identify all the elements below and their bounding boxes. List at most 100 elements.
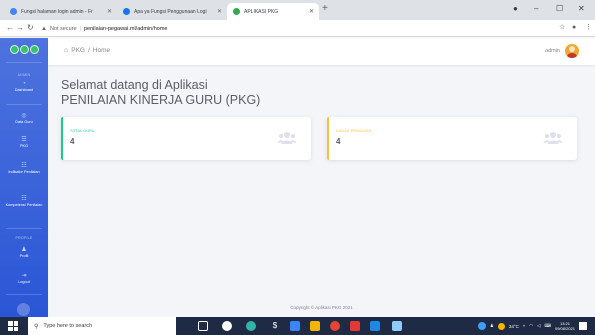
calendar-icon[interactable] — [370, 321, 380, 331]
wifi-icon[interactable]: ◠ — [529, 323, 533, 329]
sidebar-item-label: Profil — [19, 254, 29, 258]
close-icon[interactable]: ✕ — [309, 8, 314, 15]
browser-tab[interactable]: Fungsi halaman login admin - Fr ✕ — [4, 3, 117, 20]
card-accent — [327, 117, 329, 160]
user-icon: ♟ — [21, 247, 27, 253]
breadcrumb-separator: / — [87, 47, 90, 54]
edge-icon[interactable] — [246, 321, 256, 331]
tab-title: APLIKASI PKG — [244, 8, 279, 15]
sidebar-item-data-guru[interactable]: ◎ Data Guru — [0, 112, 48, 125]
profile-icon[interactable]: ● — [513, 4, 518, 14]
sidebar-item-pkg[interactable]: ☰ PKG — [0, 136, 48, 149]
windows-start-icon[interactable] — [8, 321, 18, 331]
url-field[interactable]: ▲ Not secure | penilaian-pegawai.ml/admi… — [41, 23, 556, 34]
weather-icon[interactable] — [497, 322, 505, 330]
sidebar-item-label: PKG — [19, 144, 29, 148]
sidebar-item-label: Indikator Penilaian — [8, 170, 40, 174]
breadcrumb-item[interactable]: PKG — [71, 47, 85, 54]
stat-card-total-guru: TOTAL GURU 4 — [61, 117, 311, 160]
browser-tab-active[interactable]: APLIKASI PKG ✕ — [227, 3, 319, 20]
account-icon[interactable]: ● — [572, 23, 576, 33]
start-tile — [13, 326, 18, 331]
sidebar-heading: PROFILE — [15, 236, 33, 240]
card-label: SUDAH PENILAIAN — [336, 129, 372, 133]
card-label: TOTAL GURU — [70, 129, 95, 133]
chevron-up-icon[interactable]: ^ — [523, 324, 525, 329]
store-icon[interactable] — [290, 321, 300, 331]
sidebar-item-label: Data Guru — [15, 120, 33, 124]
chrome-icon[interactable] — [330, 321, 340, 331]
bookmark-star-icon[interactable]: ☆ — [559, 23, 565, 33]
footer-copyright: Copyright © Aplikasi PKG 2021 — [290, 305, 353, 310]
sidebar-item-kompetensi-penilaian[interactable]: ☷ Kompetensi Penilaian — [0, 195, 48, 208]
sidebar-item-profil[interactable]: ♟ Profil — [0, 246, 48, 259]
terminal-icon[interactable] — [392, 321, 402, 331]
back-icon[interactable]: ← — [6, 23, 14, 33]
tab-title: Apa ya Fungsi Penggunaan Logi — [134, 8, 207, 15]
card-value: 4 — [336, 137, 341, 146]
media-icon[interactable] — [350, 321, 360, 331]
sidebar-item-dashboard[interactable]: ◔ Dashboard — [0, 80, 48, 93]
security-label: Not secure — [49, 25, 77, 32]
widgets-icon[interactable] — [222, 321, 232, 331]
reload-icon[interactable]: ↻ — [27, 23, 34, 33]
sidebar-divider — [6, 62, 42, 63]
logo-dot — [10, 45, 19, 54]
sidebar-divider — [6, 294, 42, 295]
browser-tab[interactable]: Apa ya Fungsi Penggunaan Logi ✕ — [117, 3, 227, 20]
avatar — [565, 44, 579, 58]
stat-card-sudah-penilaian: SUDAH PENILAIAN 4 — [327, 117, 577, 160]
sidebar-item-logout[interactable]: ⇥ Logout — [0, 272, 48, 285]
tab-title: Fungsi halaman login admin - Fr — [21, 8, 93, 15]
volume-icon[interactable]: ◁ — [537, 323, 540, 329]
user-menu[interactable]: admin — [545, 44, 579, 58]
task-view-icon[interactable] — [198, 321, 208, 331]
notification-icon[interactable] — [579, 322, 587, 330]
close-icon[interactable]: ✕ — [217, 8, 222, 15]
maximize-icon[interactable]: ☐ — [556, 4, 563, 14]
sidebar-divider — [6, 228, 42, 229]
sidebar-toggle-button[interactable] — [17, 303, 30, 316]
username: admin — [545, 48, 560, 54]
browser-tab-strip: Fungsi halaman login admin - Fr ✕ Apa ya… — [0, 0, 595, 20]
dashboard-icon: ◔ — [22, 81, 26, 87]
sidebar-item-label: Kompetensi Penilaian — [5, 203, 43, 207]
card-value: 4 — [70, 137, 75, 146]
folder-icon[interactable] — [310, 321, 320, 331]
list-icon: ☰ — [21, 137, 27, 143]
sidebar-item-label: Dashboard — [14, 88, 34, 92]
network-app-icon[interactable] — [477, 322, 486, 330]
new-tab-icon[interactable]: + — [322, 4, 328, 14]
card-accent — [61, 117, 63, 160]
users-icon — [277, 132, 297, 144]
forward-icon[interactable]: → — [16, 23, 24, 33]
taskbar-search[interactable]: ⚲ Type here to search — [28, 317, 176, 335]
person-icon[interactable]: ♟ — [490, 323, 494, 329]
dollar-icon[interactable]: $ — [270, 321, 280, 331]
app-favicon-icon — [233, 8, 240, 15]
sidebar-item-indikator-penilaian[interactable]: ☷ Indikator Penilaian — [0, 162, 48, 175]
users-icon — [543, 132, 563, 144]
minimize-icon[interactable]: – — [534, 4, 538, 14]
logout-icon: ⇥ — [21, 273, 27, 279]
start-tile — [8, 321, 13, 326]
page-title: Selamat datang di Aplikasi PENILAIAN KIN… — [61, 78, 260, 108]
window-close-icon[interactable]: ✕ — [578, 4, 585, 14]
search-icon: ⚲ — [34, 323, 39, 330]
divider: | — [79, 25, 81, 32]
logo-dot — [20, 45, 29, 54]
system-clock[interactable]: 13:21 09/08/2021 — [555, 321, 575, 331]
topbar: ⌂ PKG / Home admin — [48, 38, 595, 65]
start-tile — [13, 321, 18, 326]
breadcrumb: ⌂ PKG / Home — [64, 47, 110, 54]
logo-dot — [30, 45, 39, 54]
system-tray: ♟ 34°C ^ ◠ ◁ ⌨ 13:21 09/08/2021 — [477, 321, 587, 331]
google-favicon-icon — [10, 8, 17, 15]
app-logo[interactable] — [8, 42, 41, 57]
menu-dots-icon[interactable]: ⋮ — [585, 23, 592, 33]
address-bar: ← → ↻ ▲ Not secure | penilaian-pegawai.m… — [0, 20, 595, 37]
close-icon[interactable]: ✕ — [107, 8, 112, 15]
sidebar-divider — [6, 104, 42, 105]
language-icon[interactable]: ⌨ — [544, 323, 551, 329]
table-icon: ☷ — [21, 163, 27, 169]
